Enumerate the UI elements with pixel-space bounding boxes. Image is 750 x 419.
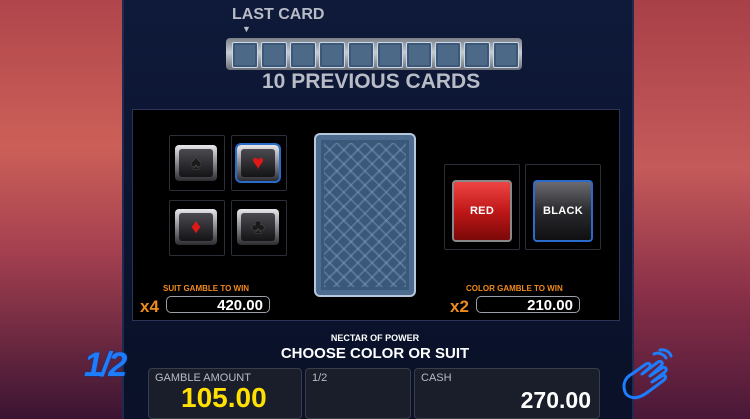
half-field: 1/2 <box>305 368 411 419</box>
previous-card-3 <box>290 42 316 68</box>
game-name: NECTAR OF POWER <box>330 333 420 343</box>
cash-field: CASH 270.00 <box>414 368 600 419</box>
cash-label: CASH <box>421 372 452 384</box>
previous-card-7 <box>406 42 432 68</box>
last-card-label: LAST CARD <box>232 6 325 23</box>
face-down-card <box>314 133 416 297</box>
card-back-pattern <box>324 143 406 287</box>
previous-card-6 <box>377 42 403 68</box>
club-button[interactable]: ♣ <box>237 209 279 245</box>
previous-card-4 <box>319 42 345 68</box>
suit-multiplier: x4 <box>140 297 159 316</box>
previous-card-9 <box>464 42 490 68</box>
half-gamble-button[interactable]: 1/2 <box>84 346 140 400</box>
diamond-icon: ♦ <box>179 213 213 241</box>
color-multiplier: x2 <box>450 297 469 316</box>
suit-gamble-label: SUIT GAMBLE TO WIN <box>163 284 250 293</box>
previous-cards-title: 10 PREVIOUS CARDS <box>262 70 481 93</box>
gamble-amount-value: 105.00 <box>181 382 267 413</box>
half-label: 1/2 <box>312 372 328 384</box>
heart-button[interactable]: ♥ <box>235 143 281 183</box>
previous-card-5 <box>348 42 374 68</box>
heart-icon: ♥ <box>241 149 275 177</box>
spade-icon: ♠ <box>179 149 213 177</box>
color-gamble-value: 210.00 <box>476 296 580 314</box>
previous-card-10 <box>493 42 519 68</box>
last-card-arrow-icon: ▼ <box>242 24 251 34</box>
black-button[interactable]: BLACK <box>533 180 593 242</box>
color-gamble-label: COLOR GAMBLE TO WIN <box>466 284 563 293</box>
spade-button[interactable]: ♠ <box>175 145 217 181</box>
diamond-button[interactable]: ♦ <box>175 209 217 245</box>
previous-card-8 <box>435 42 461 68</box>
cash-value: 270.00 <box>520 387 591 413</box>
club-icon: ♣ <box>241 213 275 241</box>
collect-hand-icon[interactable] <box>618 348 674 409</box>
suit-gamble-value: 420.00 <box>166 296 270 314</box>
red-button[interactable]: RED <box>452 180 512 242</box>
previous-card-2 <box>261 42 287 68</box>
gamble-amount-field: GAMBLE AMOUNT 105.00 <box>148 368 302 419</box>
previous-card-1 <box>232 42 258 68</box>
previous-cards-strip <box>226 38 522 70</box>
